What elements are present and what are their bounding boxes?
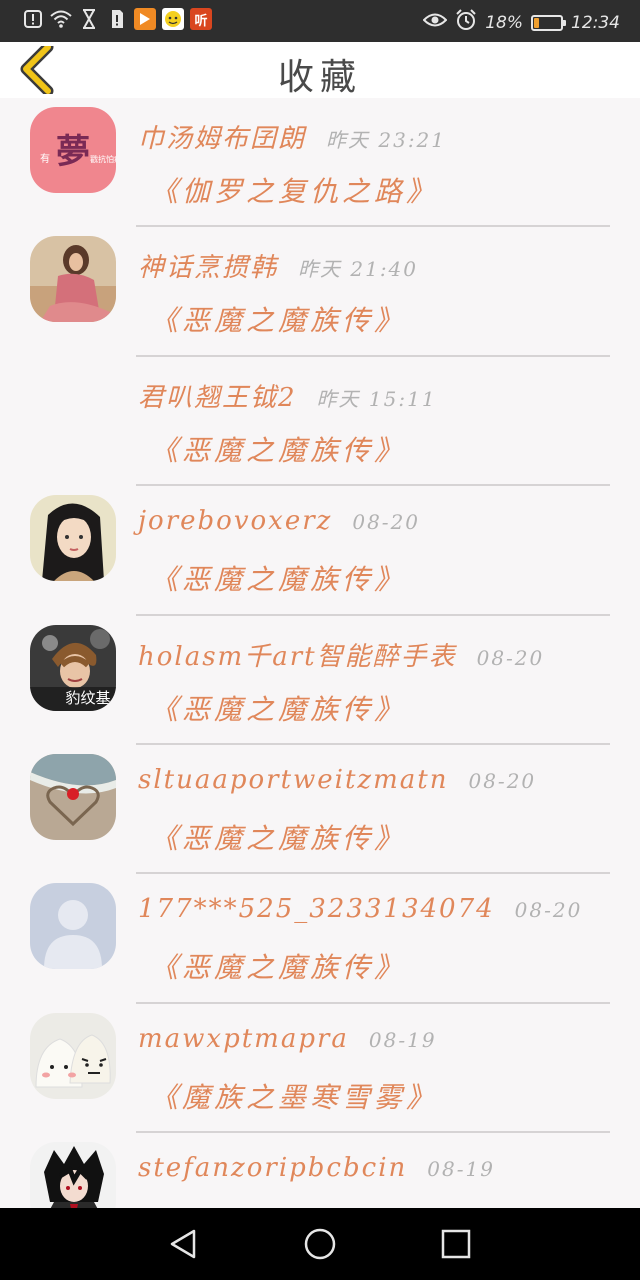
post-time: 08-19	[427, 1157, 495, 1182]
post-time: 08-20	[352, 510, 421, 535]
favorite-item[interactable]: mawxptmapra 08-19 《魔族之墨寒雪雾》	[0, 1004, 640, 1134]
favorite-item[interactable]: 神话烹掼韩 昨天 21:40 《恶魔之魔族传》	[0, 227, 640, 357]
user-name[interactable]: holasm千art智能醉手表	[138, 636, 457, 673]
recents-square-icon	[441, 1229, 471, 1259]
book-title[interactable]: 《恶魔之魔族传》	[150, 299, 406, 339]
svg-text:有: 有	[40, 152, 50, 165]
post-time: 08-20	[468, 768, 537, 793]
favorite-item[interactable]: 夢 有 戳抗怕痛 巾汤姆布囝朗昨天 23:21 《伽罗之复仇之路》	[0, 98, 640, 228]
book-title[interactable]: 《伽罗之复仇之路》	[150, 170, 438, 210]
chat-app-icon	[162, 8, 184, 30]
book-title[interactable]: 《魔族之墨寒雪雾》	[150, 1076, 438, 1116]
favorites-list[interactable]: 夢 有 戳抗怕痛 巾汤姆布囝朗昨天 23:21《伽罗之复仇之路》 神话烹掼韩昨天…	[0, 98, 640, 1208]
svg-text:豹纹基: 豹纹基	[65, 689, 110, 707]
item-header: 177***525_3233134074 08-20	[138, 894, 582, 924]
girl-on-beach-avatar[interactable]	[30, 236, 116, 323]
video-app-icon	[134, 8, 156, 30]
user-name[interactable]: 君叭翘王钺2	[138, 377, 297, 414]
nav-home-button[interactable]	[302, 1226, 338, 1262]
item-header: mawxptmapra 08-19	[138, 1024, 437, 1054]
hourglass-icon	[78, 8, 100, 30]
nav-recents-button[interactable]	[438, 1226, 474, 1262]
post-time: 08-20	[476, 645, 545, 670]
header: 收藏	[0, 41, 640, 98]
post-time: 08-19	[368, 1027, 437, 1052]
user-name[interactable]: 巾汤姆布囝朗	[138, 118, 306, 155]
user-name[interactable]: 177***525_3233134074	[138, 894, 495, 924]
post-time: 昨天 23:21	[326, 128, 447, 152]
rice-dumplings-avatar[interactable]	[30, 1012, 116, 1099]
favorite-item[interactable]: 豹纹基 holasm千art智能醉手表 08-20 《恶魔之魔族传》	[0, 616, 640, 745]
user-name[interactable]: mawxptmapra	[138, 1024, 349, 1054]
favorite-item[interactable]: 177***525_3233134074 08-20 《恶魔之魔族传》	[0, 874, 640, 1004]
sim-icon	[106, 8, 128, 30]
book-title[interactable]: 《恶魔之魔族传》	[150, 429, 406, 469]
eye-icon	[422, 11, 448, 34]
anime-boy-avatar[interactable]	[30, 1142, 116, 1208]
svg-text:戳抗怕痛: 戳抗怕痛	[90, 154, 116, 164]
home-circle-icon	[304, 1228, 336, 1260]
battery-percent: 18%	[485, 12, 523, 33]
alert-icon	[22, 8, 44, 30]
item-header: 巾汤姆布囝朗 昨天 23:21	[138, 118, 446, 155]
book-title[interactable]: 《恶魔之魔族传》	[150, 688, 406, 728]
user-name[interactable]: stefanzoripbcbcin	[138, 1153, 407, 1183]
post-time: 昨天 21:40	[298, 257, 419, 282]
item-header: jorebovoxerz 08-20	[138, 506, 420, 536]
post-time: 昨天 15:11	[316, 386, 437, 411]
anime-girl-avatar[interactable]	[30, 495, 116, 582]
user-name[interactable]: sltuaaportweitzmatn	[138, 765, 448, 795]
item-header: 神话烹掼韩 昨天 21:40	[138, 247, 418, 284]
favorite-item[interactable]: stefanzoripbcbcin 08-19	[0, 1133, 640, 1208]
battery-icon	[531, 14, 566, 31]
boy-photo-avatar[interactable]: 豹纹基	[30, 624, 116, 711]
status-bar: 听 18% 12:34	[0, 0, 640, 42]
navigation-bar	[0, 1208, 640, 1280]
user-name[interactable]: 神话烹掼韩	[138, 247, 278, 284]
item-header: sltuaaportweitzmatn 08-20	[138, 765, 536, 795]
book-title[interactable]: 《恶魔之魔族传》	[150, 558, 406, 598]
favorite-item[interactable]: jorebovoxerz 08-20 《恶魔之魔族传》	[0, 486, 640, 616]
item-header: 君叭翘王钺2 昨天 15:11	[138, 377, 437, 414]
svg-text:夢: 夢	[56, 132, 90, 172]
listen-app-icon: 听	[190, 8, 212, 30]
book-title[interactable]: 《恶魔之魔族传》	[150, 946, 406, 986]
item-header: stefanzoripbcbcin 08-19	[138, 1153, 495, 1183]
default-person-avatar[interactable]	[30, 883, 116, 970]
page-title: 收藏	[277, 57, 362, 98]
user-name[interactable]: jorebovoxerz	[138, 506, 332, 536]
clock: 12:34	[571, 12, 620, 33]
post-time: 08-20	[514, 898, 583, 923]
back-triangle-icon	[170, 1229, 196, 1259]
alarm-icon	[455, 9, 477, 36]
favorites-screen: 听 18% 12:34 收藏 夢 有 戳抗怕 巾汤姆布囝朗 昨天 23:21 《…	[0, 0, 640, 1280]
item-header: holasm千art智能醉手表 08-20	[138, 636, 544, 673]
wifi-icon	[50, 8, 72, 30]
favorite-item[interactable]: sltuaaportweitzmatn 08-20 《恶魔之魔族传》	[0, 745, 640, 875]
sand-heart-avatar[interactable]	[30, 753, 116, 840]
favorite-item[interactable]: 君叭翘王钺2 昨天 15:11 《恶魔之魔族传》	[0, 357, 640, 487]
battery-level-fill	[534, 17, 539, 28]
pink-logo-avatar[interactable]: 夢 有 戳抗怕痛	[30, 107, 116, 193]
book-title[interactable]: 《恶魔之魔族传》	[150, 817, 406, 857]
nav-back-button[interactable]	[166, 1226, 202, 1262]
